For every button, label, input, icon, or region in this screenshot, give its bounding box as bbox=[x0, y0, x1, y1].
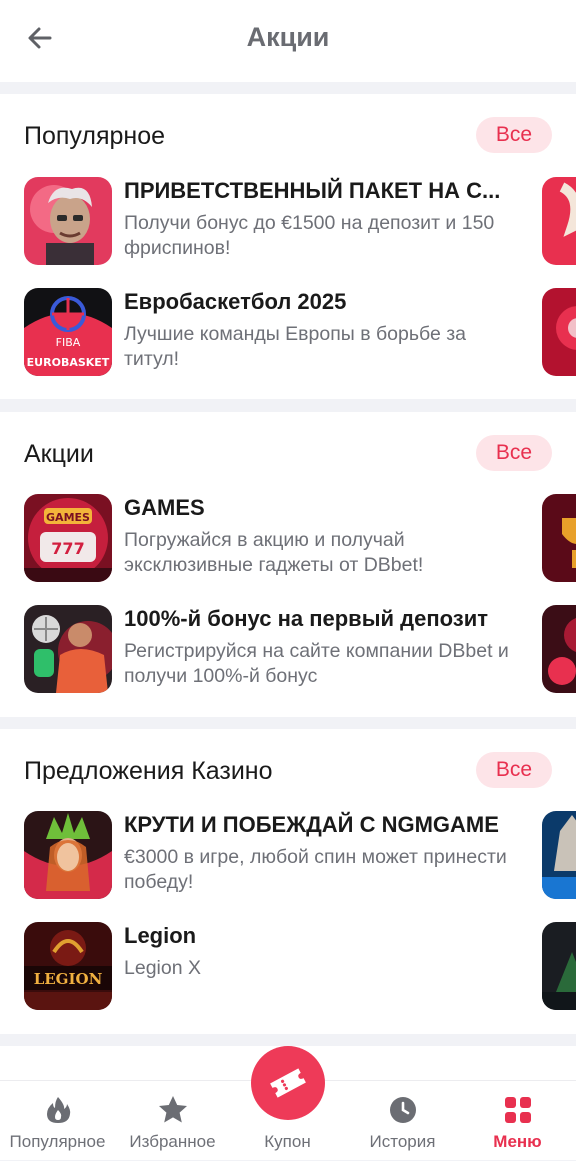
see-all-button[interactable]: Все bbox=[476, 752, 552, 788]
promo-thumbnail: FIBA EUROBASKET bbox=[24, 288, 112, 376]
ticket-icon bbox=[270, 1068, 306, 1098]
promo-thumbnail bbox=[24, 177, 112, 265]
next-promo-thumbnail[interactable] bbox=[542, 494, 576, 582]
nav-favorites[interactable]: Избранное bbox=[115, 1081, 230, 1161]
nav-label: История bbox=[369, 1132, 436, 1151]
promo-item[interactable]: КРУТИ И ПОБЕЖДАЙ С NGMGAME €3000 в игре,… bbox=[24, 811, 576, 901]
promo-description: Получи бонус до €1500 на депозит и 150 ф… bbox=[124, 212, 495, 259]
promo-item[interactable]: 100%-й бонус на первый депозит Регистрир… bbox=[24, 605, 576, 695]
promo-item[interactable]: GAMES 777 GAMES Погружайся в акцию и пол… bbox=[24, 494, 576, 584]
thumb-fiba-text: FIBA bbox=[56, 336, 81, 349]
next-promo-thumbnail[interactable] bbox=[542, 177, 576, 265]
next-promo-thumbnail[interactable] bbox=[542, 811, 576, 899]
coupon-button[interactable] bbox=[251, 1046, 325, 1120]
page-title: Акции bbox=[246, 22, 330, 52]
next-promo-thumbnail[interactable] bbox=[542, 288, 576, 376]
section-title: Предложения Казино bbox=[24, 757, 273, 785]
promo-thumbnail bbox=[24, 605, 112, 693]
promo-title: Евробаскетбол 2025 bbox=[124, 289, 347, 314]
see-all-button[interactable]: Все bbox=[476, 117, 552, 153]
thumb-games-text: GAMES bbox=[46, 511, 90, 524]
nav-label: Популярное bbox=[9, 1132, 106, 1151]
promo-title: ПРИВЕТСТВЕННЫЙ ПАКЕТ НА С... bbox=[124, 178, 501, 203]
nav-label: Купон bbox=[264, 1132, 311, 1151]
section-promotions: Акции Все GAMES 777 GAMES Погружайся в а… bbox=[0, 412, 576, 717]
promo-title: GAMES bbox=[124, 495, 205, 520]
grid-icon bbox=[501, 1093, 535, 1127]
see-all-button[interactable]: Все bbox=[476, 435, 552, 471]
promo-description: €3000 в игре, любой спин может принести … bbox=[124, 846, 507, 893]
next-promo-thumbnail[interactable] bbox=[542, 922, 576, 1010]
nav-menu[interactable]: Меню bbox=[460, 1081, 575, 1161]
thumb-eurobasket-text: EUROBASKET bbox=[27, 356, 110, 369]
promo-item[interactable]: LEGION Legion Legion X bbox=[24, 922, 576, 1012]
svg-text:777: 777 bbox=[51, 539, 84, 558]
promo-thumbnail: GAMES 777 bbox=[24, 494, 112, 582]
promo-description: Регистрируйся на сайте компании DBbet и … bbox=[124, 640, 509, 687]
nav-label: Меню bbox=[493, 1132, 542, 1151]
section-popular: Популярное Все ПРИВЕТСТВЕННЫЙ ПАКЕТ НА С… bbox=[0, 94, 576, 399]
nav-history[interactable]: История bbox=[345, 1081, 460, 1161]
promo-thumbnail: LEGION bbox=[24, 922, 112, 1010]
nav-popular[interactable]: Популярное bbox=[0, 1081, 115, 1161]
promo-description: Лучшие команды Европы в борьбе за титул! bbox=[124, 323, 466, 370]
section-title: Акции bbox=[24, 440, 94, 468]
section-casino-offers: Предложения Казино Все КРУТИ И ПОБЕЖДАЙ … bbox=[0, 729, 576, 1034]
promo-description: Legion X bbox=[124, 957, 201, 979]
clock-icon bbox=[386, 1093, 420, 1127]
section-title: Популярное bbox=[24, 122, 166, 150]
promo-description: Погружайся в акцию и получай эксклюзивны… bbox=[124, 529, 424, 576]
promo-title: 100%-й бонус на первый депозит bbox=[124, 606, 488, 631]
promo-thumbnail bbox=[24, 811, 112, 899]
flame-icon bbox=[41, 1093, 75, 1127]
top-bar: Акции bbox=[0, 0, 576, 82]
promo-item[interactable]: ПРИВЕТСТВЕННЫЙ ПАКЕТ НА С... Получи бону… bbox=[24, 177, 576, 267]
promo-item[interactable]: FIBA EUROBASKET Евробаскетбол 2025 Лучши… bbox=[24, 288, 576, 378]
nav-label: Избранное bbox=[129, 1132, 216, 1151]
next-promo-thumbnail[interactable] bbox=[542, 605, 576, 693]
promo-title: КРУТИ И ПОБЕЖДАЙ С NGMGAME bbox=[124, 812, 499, 837]
star-icon bbox=[156, 1093, 190, 1127]
promo-title: Legion bbox=[124, 923, 197, 948]
thumb-legion-text: LEGION bbox=[34, 970, 103, 988]
